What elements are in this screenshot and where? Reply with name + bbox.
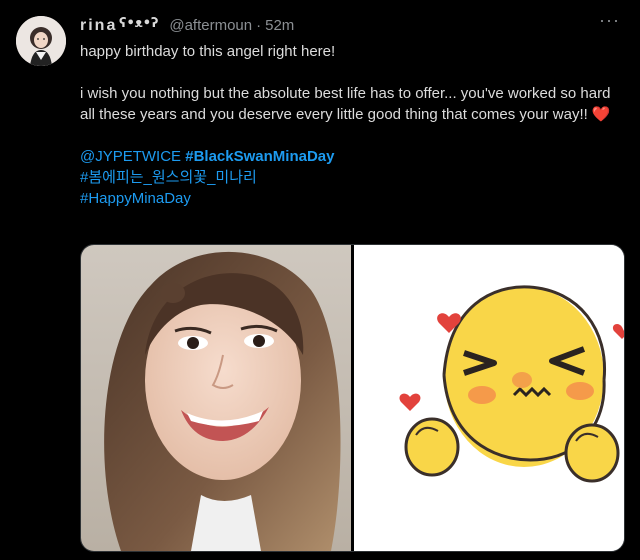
tweet-line-2: i wish you nothing but the absolute best… bbox=[80, 85, 611, 123]
display-name[interactable]: rina bbox=[80, 17, 117, 35]
more-options-icon[interactable]: ··· bbox=[599, 11, 620, 29]
user-handle[interactable]: @aftermoun bbox=[169, 17, 252, 34]
tweet-header: rina ʕ•ᴥ•ʔ @aftermoun · 52m bbox=[80, 14, 294, 36]
tweet-tags-3: #HappyMinaDay bbox=[80, 188, 625, 209]
profile-avatar[interactable] bbox=[16, 16, 66, 66]
portrait-photo[interactable] bbox=[81, 245, 351, 551]
timestamp[interactable]: 52m bbox=[265, 17, 294, 34]
tweet-text: happy birthday to this angel right here!… bbox=[80, 41, 625, 209]
hashtag-link-blackswan[interactable]: #BlackSwanMinaDay bbox=[185, 148, 334, 165]
tweet-paragraph-2: i wish you nothing but the absolute best… bbox=[80, 83, 625, 125]
tweet-tags-2: #봄에피는_원스의꽃_미나리 bbox=[80, 167, 625, 188]
hashtag-link-happyminaday[interactable]: #HappyMinaDay bbox=[80, 190, 191, 207]
separator-dot: · bbox=[256, 17, 262, 34]
bear-face-icon: ʕ•ᴥ•ʔ bbox=[119, 14, 163, 30]
tweet-tags: @JYPETWICE #BlackSwanMinaDay bbox=[80, 146, 625, 167]
heart-icon: ❤️ bbox=[591, 106, 611, 123]
media-grid bbox=[80, 244, 625, 552]
tweet-line-1: happy birthday to this angel right here! bbox=[80, 43, 336, 60]
hashtag-link-korean[interactable]: #봄에피는_원스의꽃_미나리 bbox=[80, 169, 257, 186]
tweet: rina ʕ•ᴥ•ʔ @aftermoun · 52m ··· happy bi… bbox=[0, 0, 640, 560]
svg-text:ʕ•ᴥ•ʔ: ʕ•ᴥ•ʔ bbox=[119, 16, 159, 30]
mention-link[interactable]: @JYPETWICE bbox=[80, 148, 181, 165]
cute-emoji-drawing[interactable] bbox=[354, 245, 624, 551]
